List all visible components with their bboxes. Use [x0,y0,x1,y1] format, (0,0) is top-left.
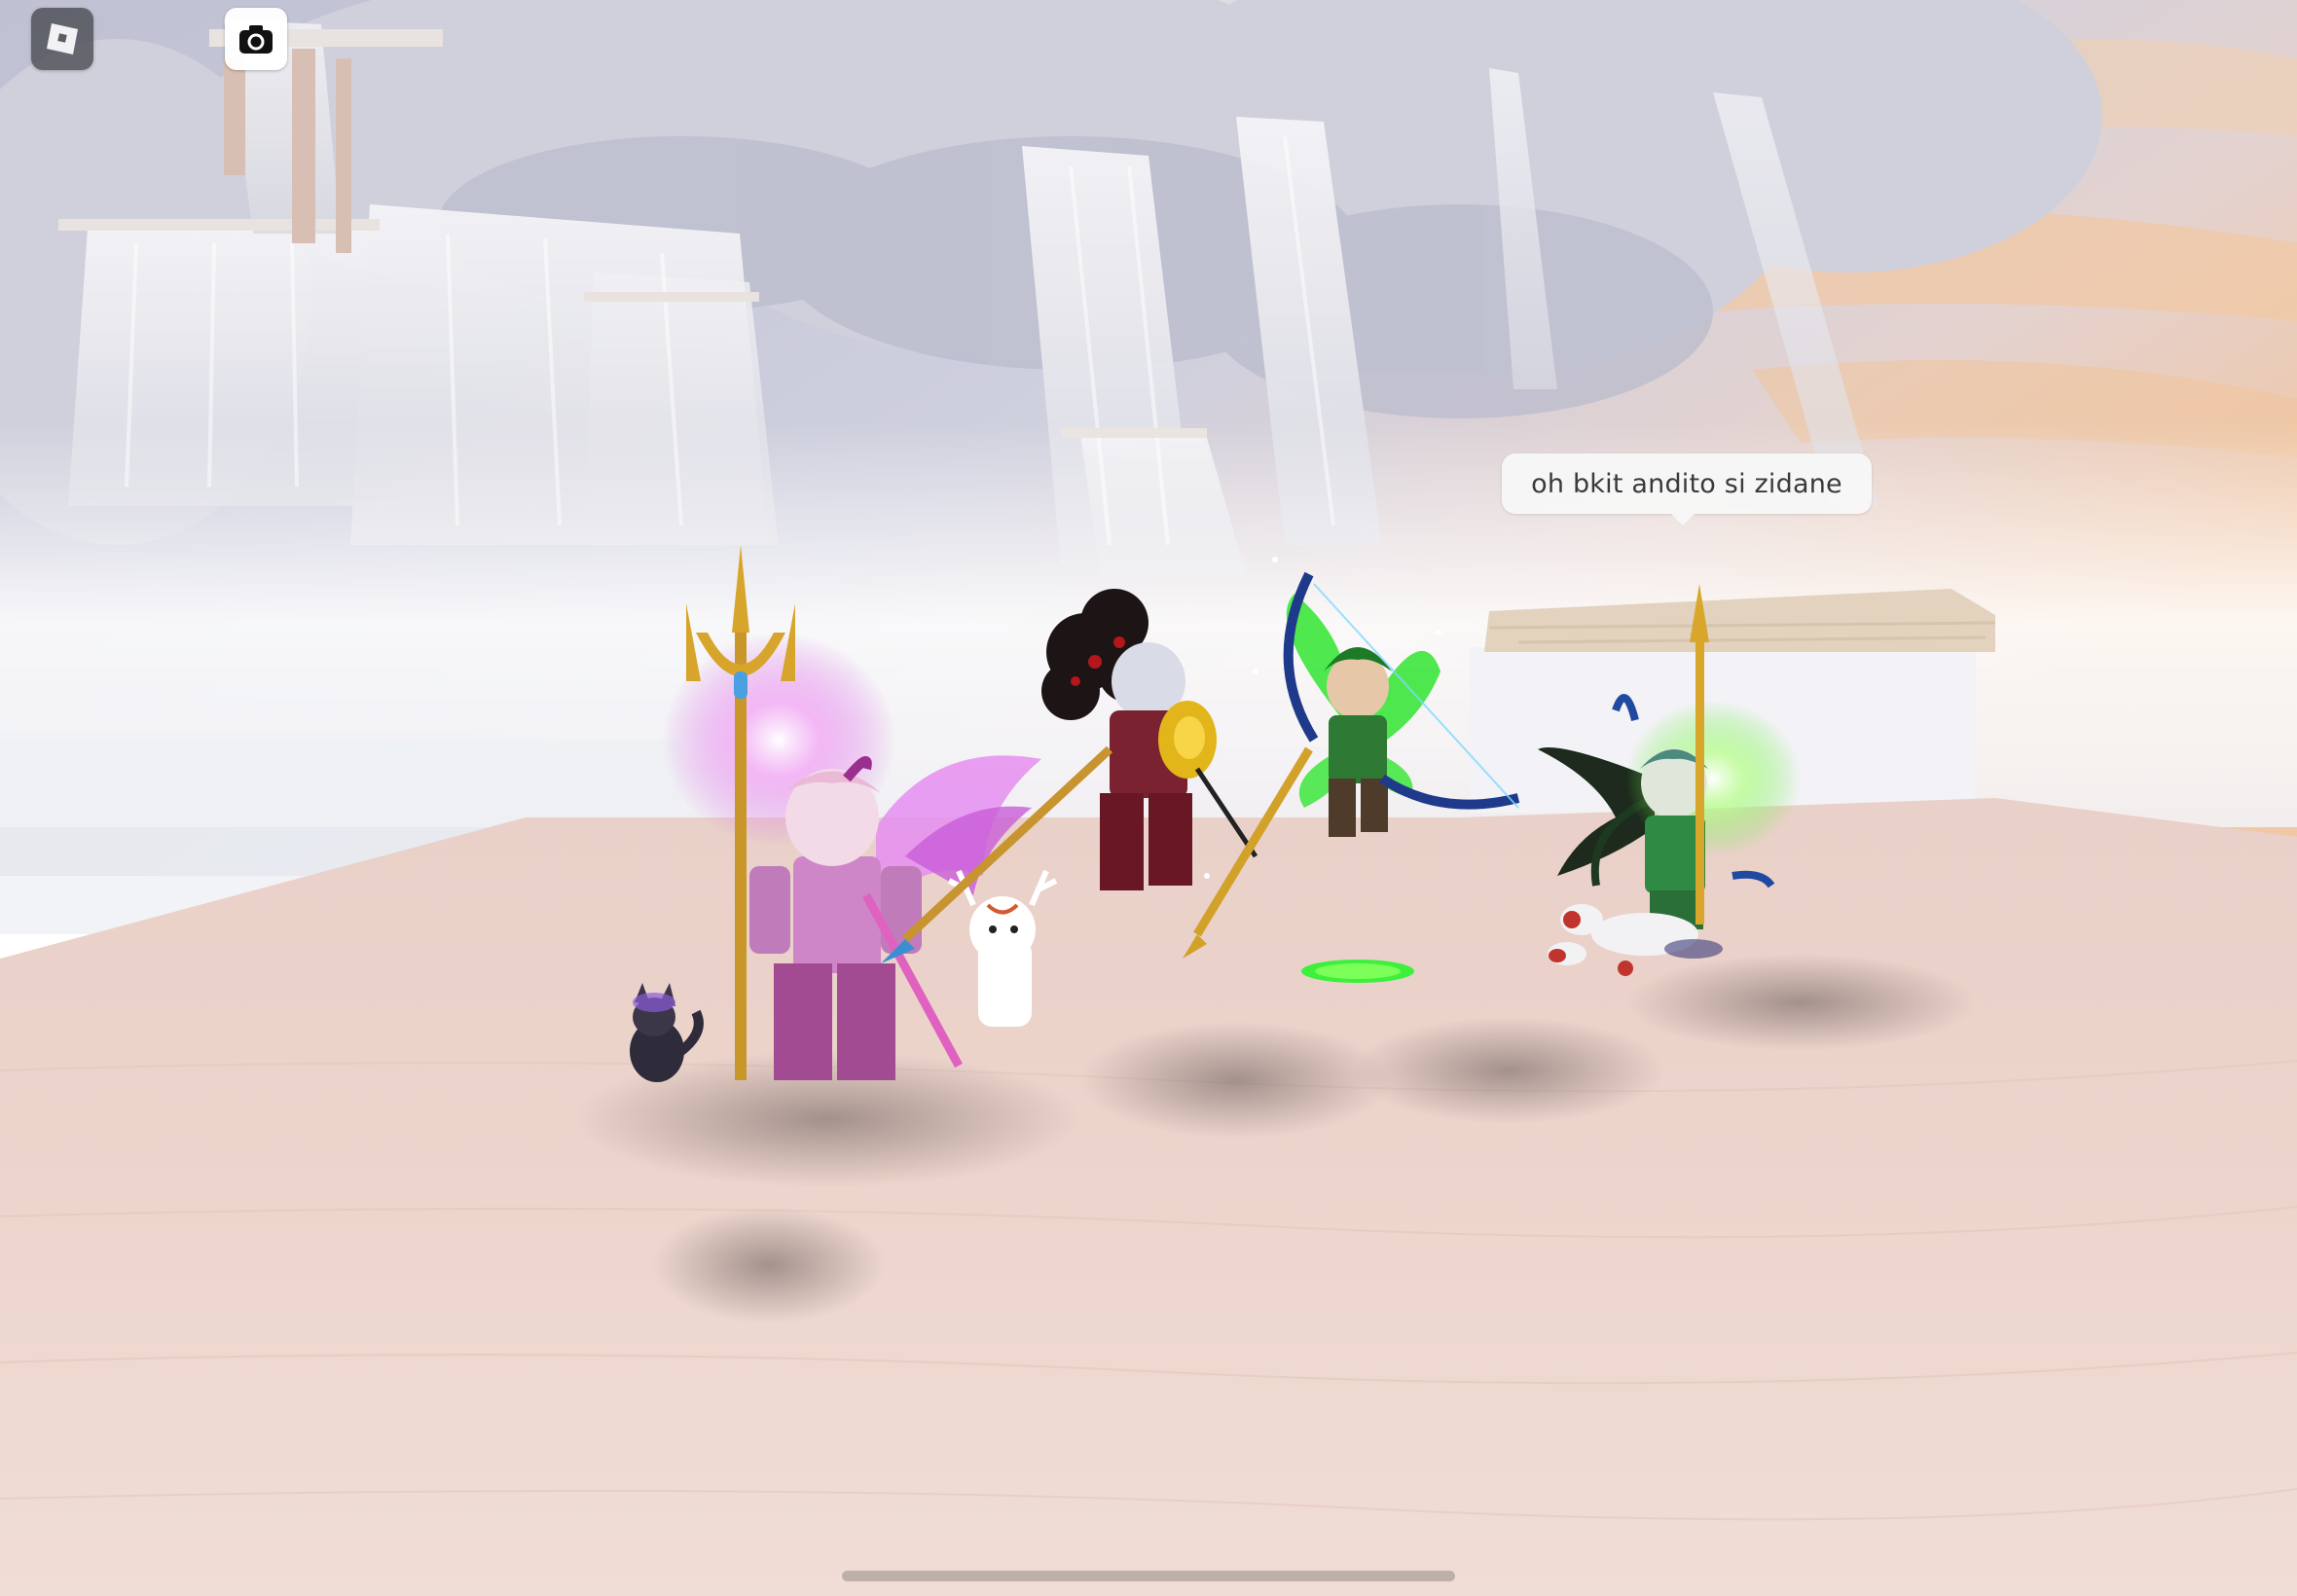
roblox-menu-button[interactable] [31,8,93,70]
roblox-logo-icon [47,23,78,54]
camera-icon [239,25,273,54]
game-viewport[interactable]: oh bkit andito si zidane [0,0,2297,1596]
home-indicator[interactable] [842,1571,1455,1581]
game-scene [0,0,2297,1596]
chat-bubble-text: oh bkit andito si zidane [1531,468,1842,499]
screenshot-button[interactable] [225,8,287,70]
chat-bubble: oh bkit andito si zidane [1502,453,1872,526]
